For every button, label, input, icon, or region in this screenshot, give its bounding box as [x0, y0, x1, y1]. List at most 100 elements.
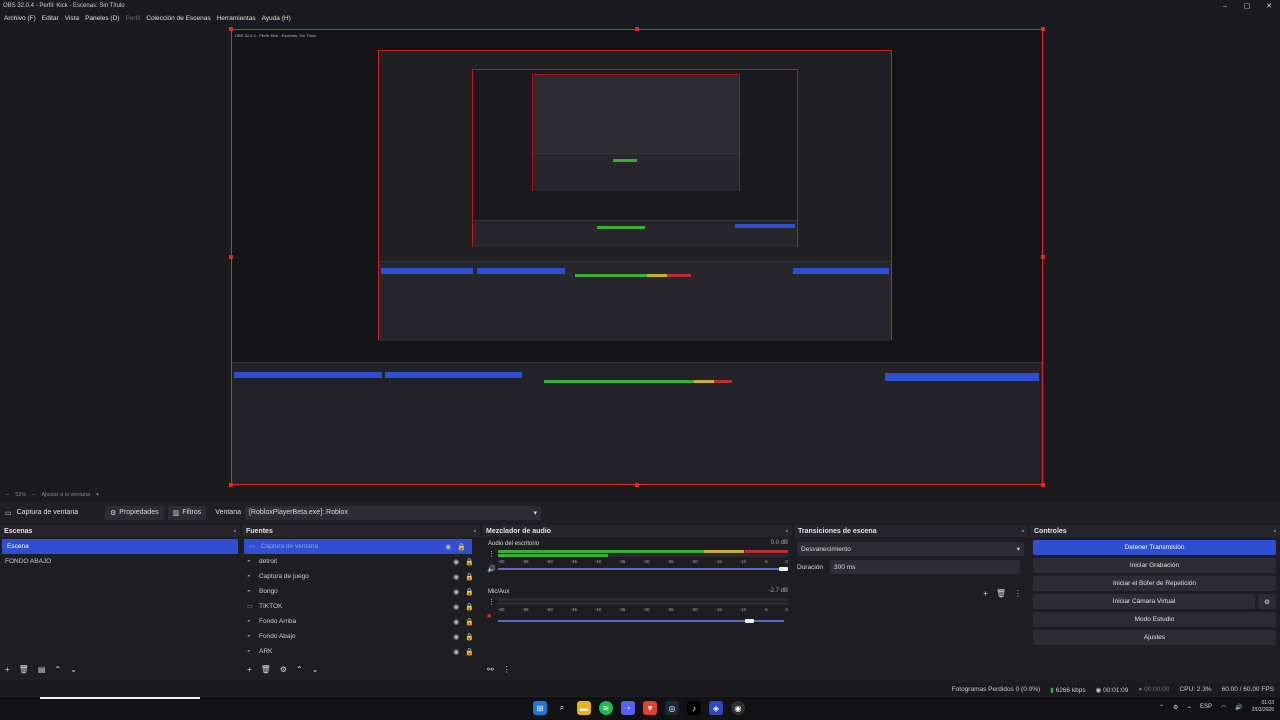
- filters-button[interactable]: ▥ Filtros: [167, 505, 207, 520]
- speaker-icon[interactable]: 🔊: [487, 565, 496, 573]
- kebab-menu-icon[interactable]: ⋮: [488, 550, 495, 558]
- menu-coleccion-escenas[interactable]: Colección de Escenas: [146, 15, 210, 22]
- mute-icon[interactable]: ■: [487, 613, 491, 620]
- eye-icon[interactable]: ◉: [453, 633, 459, 641]
- dock-float-icon[interactable]: ▫: [1022, 528, 1024, 535]
- eye-icon[interactable]: ◉: [445, 543, 451, 551]
- resize-handle-br[interactable]: [1041, 483, 1045, 487]
- dock-float-icon[interactable]: ▫: [1274, 528, 1276, 535]
- network-icon[interactable]: ⌁: [1187, 704, 1191, 711]
- maximize-button[interactable]: ▢: [1236, 0, 1258, 12]
- menu-paneles[interactable]: Paneles (D): [85, 15, 119, 22]
- settings-tray-icon[interactable]: ⚙: [1173, 704, 1178, 711]
- eye-icon[interactable]: ◉: [453, 588, 459, 596]
- spotify-icon[interactable]: ≋: [599, 701, 613, 715]
- source-item[interactable]: ◓ detroit ◉ 🔒: [242, 554, 480, 569]
- volume-icon[interactable]: 🔊: [1235, 704, 1242, 711]
- eye-icon[interactable]: ◉: [453, 573, 459, 581]
- start-replay-buffer-button[interactable]: Iniciar el Búfer de Repetición: [1033, 576, 1276, 591]
- start-virtual-camera-button[interactable]: Iniciar Cámara Virtual: [1033, 594, 1255, 609]
- scene-item[interactable]: Escena: [2, 539, 238, 554]
- menu-vista[interactable]: Vista: [65, 15, 79, 22]
- trash-icon[interactable]: 🗑: [996, 589, 1006, 598]
- clock[interactable]: 01:03 2/03/2026: [1252, 700, 1274, 714]
- start-recording-button[interactable]: Iniciar Grabación: [1033, 558, 1276, 573]
- chevron-up-icon[interactable]: ⌃: [296, 665, 303, 674]
- eye-icon[interactable]: ◉: [453, 648, 459, 656]
- dock-float-icon[interactable]: ▫: [786, 528, 788, 535]
- resize-handle-bl[interactable]: [229, 483, 233, 487]
- volume-slider-knob[interactable]: [779, 567, 788, 571]
- dock-float-icon[interactable]: ▫: [234, 528, 236, 535]
- chevron-down-icon[interactable]: ▾: [96, 492, 99, 498]
- lock-icon[interactable]: 🔒: [457, 543, 466, 551]
- dock-float-icon[interactable]: ▫: [474, 528, 476, 535]
- lock-icon[interactable]: 🔒: [465, 558, 474, 566]
- windows-start-icon[interactable]: ⊞: [533, 701, 547, 715]
- add-icon[interactable]: +: [5, 665, 10, 674]
- volume-slider-knob[interactable]: [745, 619, 754, 623]
- kebab-menu-icon[interactable]: ⋮: [488, 598, 495, 606]
- program-preview[interactable]: OBS 32.0.4 - Perfil: Kick - Escenas: Sin…: [231, 29, 1043, 485]
- resize-handle-ml[interactable]: [229, 255, 233, 259]
- lock-icon[interactable]: 🔒: [465, 573, 474, 581]
- trash-icon[interactable]: 🗑: [261, 665, 271, 674]
- source-item[interactable]: ◓ Fondo Arriba ◉ 🔒: [242, 614, 480, 629]
- app-icon[interactable]: ◈: [709, 701, 723, 715]
- tiktok-icon[interactable]: ♪: [687, 701, 701, 715]
- discord-icon[interactable]: ◔: [621, 701, 635, 715]
- resize-handle-mr[interactable]: [1041, 255, 1045, 259]
- duration-input[interactable]: 300 ms: [830, 560, 1021, 574]
- source-item[interactable]: ◓ Captura de juego ◉ 🔒: [242, 569, 480, 584]
- source-item[interactable]: ▭ Captura de ventana ◉ 🔒: [244, 539, 472, 554]
- resize-handle-tr[interactable]: [1041, 27, 1045, 31]
- settings-button[interactable]: Ajustes: [1033, 630, 1276, 645]
- obs-icon[interactable]: ◉: [731, 701, 745, 715]
- lock-icon[interactable]: 🔒: [465, 618, 474, 626]
- chevron-down-icon[interactable]: ⌄: [70, 665, 77, 674]
- eye-icon[interactable]: ◉: [453, 603, 459, 611]
- chevron-up-icon[interactable]: ⌃: [54, 665, 61, 674]
- transition-select[interactable]: Desvanecimiento ▾: [797, 542, 1024, 556]
- add-icon[interactable]: +: [247, 665, 252, 674]
- source-item[interactable]: ◓ Fondo Abajo ◉ 🔒: [242, 629, 480, 644]
- search-icon[interactable]: ⌕: [555, 701, 569, 715]
- wifi-icon[interactable]: ◠: [1221, 704, 1226, 711]
- close-button[interactable]: ✕: [1258, 0, 1280, 12]
- menu-ayuda[interactable]: Ayuda (H): [262, 15, 291, 22]
- menu-archivo[interactable]: Archivo (F): [4, 15, 36, 22]
- window-select[interactable]: [RobloxPlayerBeta.exe]: Roblox ▾: [244, 505, 541, 520]
- zoom-plus-icon[interactable]: −: [32, 492, 35, 498]
- eye-icon[interactable]: ◉: [453, 618, 459, 626]
- source-item[interactable]: ◓ Bongo ◉ 🔒: [242, 584, 480, 599]
- filter-icon[interactable]: ▤: [38, 665, 46, 674]
- properties-button[interactable]: ⚙ Propiedades: [105, 505, 164, 520]
- chevron-up-icon[interactable]: ⌃: [1159, 704, 1164, 711]
- studio-mode-button[interactable]: Modo Estudio: [1033, 612, 1276, 627]
- volume-slider[interactable]: [498, 568, 784, 570]
- language-indicator[interactable]: ESP: [1200, 704, 1212, 710]
- zoom-minus-icon[interactable]: −: [6, 492, 9, 498]
- resize-handle-tl[interactable]: [229, 27, 233, 31]
- minimize-button[interactable]: –: [1214, 0, 1236, 12]
- menu-herramientas[interactable]: Herramientas: [217, 15, 256, 22]
- gear-icon[interactable]: ⚙: [280, 665, 287, 674]
- resize-handle-tc[interactable]: [635, 27, 639, 31]
- kebab-menu-icon[interactable]: ⋮: [1014, 589, 1022, 598]
- source-item[interactable]: ▭ TIKTOK ◉ 🔒: [242, 599, 480, 614]
- steam-icon[interactable]: ◎: [665, 701, 679, 715]
- eye-icon[interactable]: ◉: [453, 558, 459, 566]
- chevron-down-icon[interactable]: ⌄: [312, 665, 319, 674]
- link-icon[interactable]: ⚯: [487, 665, 494, 674]
- menu-editar[interactable]: Editar: [42, 15, 59, 22]
- kebab-menu-icon[interactable]: ⋮: [503, 665, 511, 674]
- file-explorer-icon[interactable]: ▬: [577, 701, 591, 715]
- add-icon[interactable]: +: [983, 589, 988, 598]
- resize-handle-bc[interactable]: [635, 483, 639, 487]
- stop-streaming-button[interactable]: Detener Transmisión: [1033, 540, 1276, 555]
- volume-slider[interactable]: [498, 620, 784, 622]
- lock-icon[interactable]: 🔒: [465, 633, 474, 641]
- lock-icon[interactable]: 🔒: [465, 588, 474, 596]
- zoom-fit-label[interactable]: Ajustar a la ventana: [41, 492, 90, 498]
- lock-icon[interactable]: 🔒: [465, 648, 474, 656]
